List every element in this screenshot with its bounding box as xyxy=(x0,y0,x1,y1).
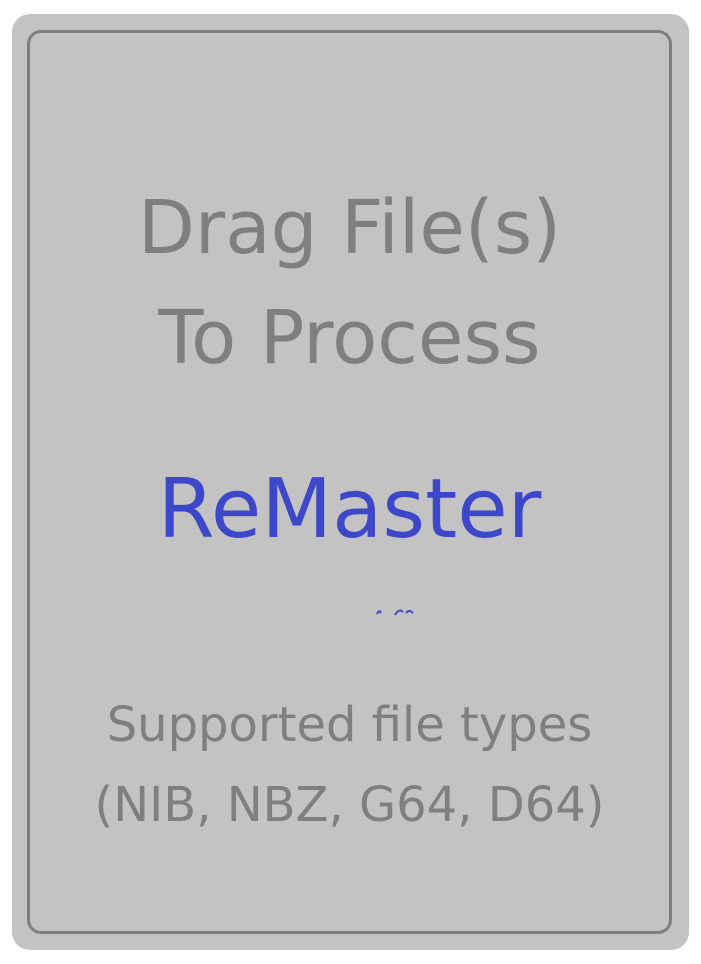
file-drop-zone[interactable]: Drag File(s) To Process ReMaster Support… xyxy=(27,30,672,934)
drop-panel[interactable]: Drag File(s) To Process ReMaster Support… xyxy=(12,14,689,950)
app-logo-text: ReMaster xyxy=(157,462,542,557)
supported-types-list: (NIB, NBZ, G64, D64) xyxy=(94,777,605,833)
logo-accent-icon xyxy=(376,609,414,616)
drag-instruction-line-2: To Process xyxy=(158,295,541,381)
supported-types-label: Supported file types xyxy=(106,697,593,753)
drag-instruction-line-1: Drag File(s) xyxy=(137,185,562,271)
